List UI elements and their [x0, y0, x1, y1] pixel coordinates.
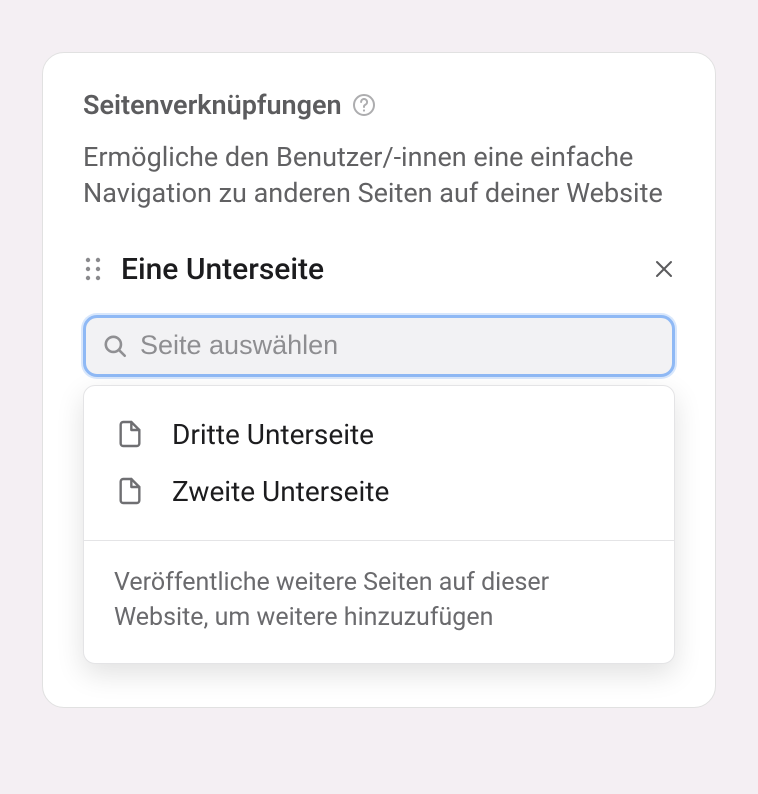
page-search-input[interactable] — [140, 330, 656, 361]
search-container[interactable] — [83, 315, 675, 377]
help-icon[interactable] — [352, 93, 376, 117]
page-dropdown: Dritte Unterseite Zweite Unterseite Verö… — [83, 385, 675, 664]
dropdown-item[interactable]: Zweite Unterseite — [84, 463, 674, 520]
panel-title: Seitenverknüpfungen — [83, 89, 342, 121]
dropdown-footer-text: Veröffentliche weitere Seiten auf dieser… — [84, 540, 674, 663]
page-icon — [114, 475, 146, 507]
page-selector: Dritte Unterseite Zweite Unterseite Verö… — [83, 315, 675, 377]
selected-page-row: Eine Unterseite — [83, 252, 675, 287]
dropdown-item-label: Zweite Unterseite — [172, 475, 389, 508]
page-links-panel: Seitenverknüpfungen Ermögliche den Benut… — [42, 52, 716, 708]
dropdown-item[interactable]: Dritte Unterseite — [84, 406, 674, 463]
selected-page-label: Eine Unterseite — [121, 252, 635, 287]
drag-handle-icon[interactable] — [83, 255, 103, 283]
panel-header: Seitenverknüpfungen — [83, 89, 675, 121]
remove-page-button[interactable] — [653, 258, 675, 280]
page-icon — [114, 418, 146, 450]
search-icon — [102, 333, 128, 359]
dropdown-item-label: Dritte Unterseite — [172, 418, 374, 451]
panel-description: Ermögliche den Benutzer/-innen eine einf… — [83, 139, 675, 212]
dropdown-list: Dritte Unterseite Zweite Unterseite — [84, 386, 674, 540]
